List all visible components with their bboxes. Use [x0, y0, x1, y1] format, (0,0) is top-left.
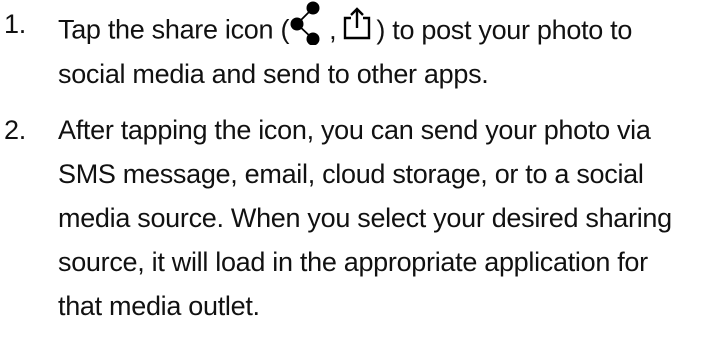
step-number: 2. [4, 115, 26, 145]
step-2-line-2: SMS message, email, cloud storage, or to… [58, 159, 644, 189]
step-number: 1. [4, 9, 26, 39]
icon-separator: , [329, 14, 337, 45]
step-2-line-3: media source. When you select your desir… [58, 203, 672, 233]
step-1-line-2: social media and send to other apps. [58, 59, 489, 89]
android-share-icon [289, 1, 325, 56]
instructions-document: 1. Tap the share icon ( , ) to post your… [0, 0, 708, 344]
step-2-line-1: After tapping the icon, you can send you… [58, 115, 651, 145]
text-before-icon: Tap the share icon ( [58, 14, 290, 45]
text-after-icon: ) to post your photo to [376, 14, 633, 45]
ios-share-icon [342, 6, 372, 51]
step-1-line-1: Tap the share icon ( , ) to post your ph… [58, 1, 633, 59]
step-2-line-5: that media outlet. [58, 291, 260, 321]
step-2-line-4: source, it will load in the appropriate … [58, 247, 648, 277]
